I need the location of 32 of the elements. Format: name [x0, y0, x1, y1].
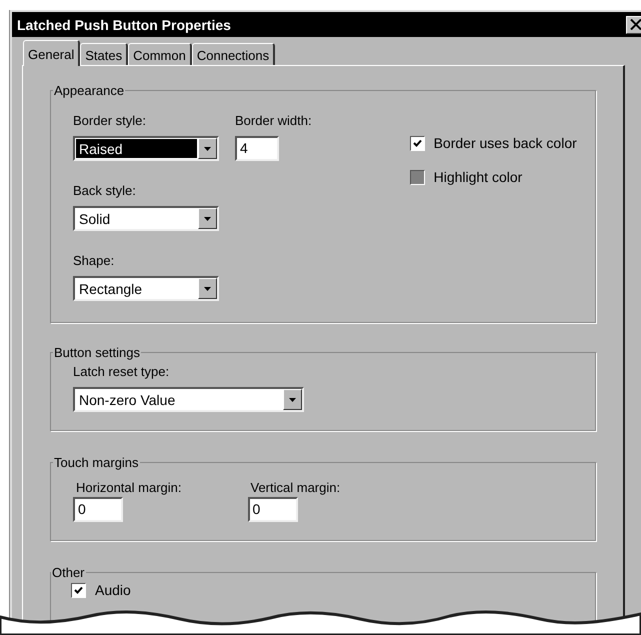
- tab[interactable]: States: [80, 43, 128, 65]
- tab[interactable]: Common: [128, 43, 192, 65]
- group-title: Other: [51, 565, 86, 580]
- checkmark-icon: [74, 586, 83, 594]
- dropdown[interactable]: Solid: [73, 206, 219, 231]
- checkbox-label: Border uses back color: [434, 135, 577, 151]
- field-label: Latch reset type:: [73, 364, 170, 379]
- input-field[interactable]: 0: [73, 497, 123, 522]
- checkbox[interactable]: [71, 582, 86, 598]
- tab[interactable]: General: [23, 40, 80, 66]
- close-button[interactable]: [626, 16, 641, 34]
- input-field[interactable]: 4: [235, 136, 279, 161]
- dropdown[interactable]: Rectangle: [73, 276, 219, 301]
- field-label: Border style:: [73, 113, 146, 128]
- group-title: Touch margins: [53, 455, 140, 470]
- checkmark-icon: [412, 138, 422, 148]
- tab[interactable]: Connections: [192, 43, 276, 65]
- field-label: Vertical margin:: [250, 480, 340, 495]
- field-label: Back style:: [73, 183, 136, 198]
- group-title: Appearance: [53, 83, 126, 98]
- window-title: Latched Push Button Properties: [17, 16, 231, 32]
- checkbox-label: Audio: [95, 582, 131, 598]
- input-field[interactable]: 0: [248, 497, 298, 522]
- field-label: Border width:: [235, 113, 312, 128]
- close-icon: [630, 19, 641, 30]
- dropdown[interactable]: Non-zero Value: [73, 387, 304, 412]
- field-label: Horizontal margin:: [76, 480, 182, 495]
- checkbox[interactable]: [410, 136, 425, 150]
- group-title: Button settings: [53, 345, 141, 360]
- field-label: Shape:: [73, 253, 114, 268]
- dropdown[interactable]: Raised: [73, 136, 219, 161]
- checkbox-label: Highlight color: [434, 169, 522, 185]
